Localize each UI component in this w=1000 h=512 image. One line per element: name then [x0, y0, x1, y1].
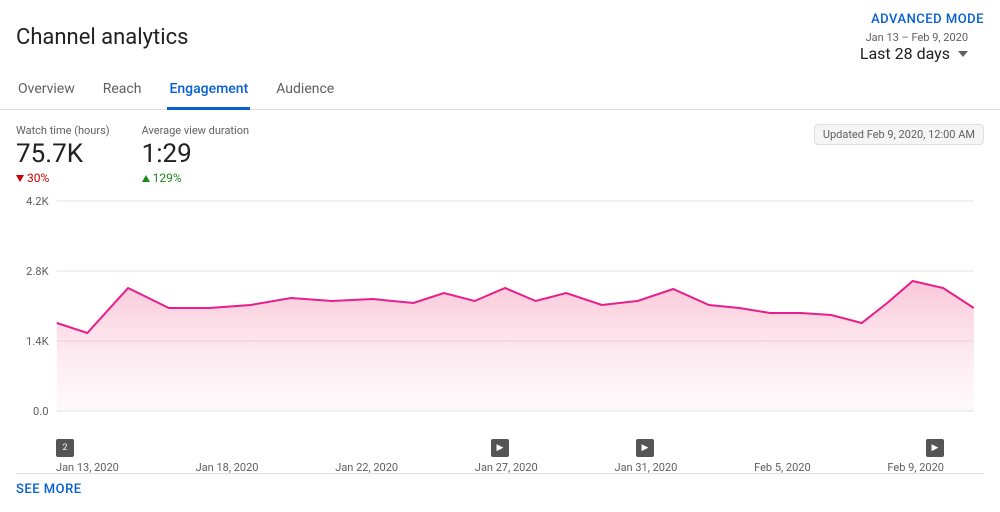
x-label-5: Jan 31, 2020 — [615, 461, 678, 474]
svg-text:2.8K: 2.8K — [26, 265, 49, 278]
avg-duration-value: 1:29 — [142, 139, 249, 169]
tabs-bar: Overview Reach Engagement Audience — [0, 71, 1000, 110]
see-more-link[interactable]: SEE MORE — [16, 482, 82, 497]
video-marker-1[interactable]: 2 — [56, 439, 74, 457]
video-marker-7[interactable]: ▶ — [926, 439, 944, 457]
metric-watch-time: Watch time (hours) 75.7K 30% — [16, 124, 110, 185]
see-more-container: SEE MORE — [0, 474, 1000, 505]
x-label-3: Jan 22, 2020 — [335, 461, 398, 474]
arrow-up-icon — [142, 175, 150, 182]
watch-time-label: Watch time (hours) — [16, 124, 110, 137]
x-label-7: Feb 9, 2020 — [887, 461, 944, 474]
page-title: Channel analytics — [16, 25, 188, 50]
date-range-label: Jan 13 – Feb 9, 2020 — [866, 31, 968, 44]
arrow-down-icon — [16, 175, 24, 182]
chevron-down-icon — [958, 51, 968, 57]
x-label-4: Jan 27, 2020 — [475, 461, 538, 474]
advanced-mode-button[interactable]: ADVANCED MODE — [871, 12, 984, 27]
tab-engagement[interactable]: Engagement — [167, 71, 250, 110]
avg-duration-change: 129% — [142, 171, 249, 185]
date-range-value[interactable]: Last 28 days — [860, 44, 968, 63]
x-axis-labels: Jan 13, 2020 Jan 18, 2020 Jan 22, 2020 J… — [16, 457, 944, 474]
tab-reach[interactable]: Reach — [101, 71, 144, 110]
svg-text:1.4K: 1.4K — [26, 335, 49, 348]
x-label-2: Jan 18, 2020 — [196, 461, 259, 474]
tab-audience[interactable]: Audience — [274, 71, 336, 110]
update-badge: Updated Feb 9, 2020, 12:00 AM — [814, 124, 984, 145]
metrics-row: Watch time (hours) 75.7K 30% Average vie… — [0, 110, 1000, 193]
avg-duration-label: Average view duration — [142, 124, 249, 137]
chart-area: 4.2K 2.8K 1.4K 0.0 2 ▶ ▶ ▶ Ja — [0, 193, 1000, 473]
svg-text:0.0: 0.0 — [33, 405, 49, 418]
video-marker-5[interactable]: ▶ — [636, 439, 654, 457]
video-marker-4[interactable]: ▶ — [491, 439, 509, 457]
metric-avg-duration: Average view duration 1:29 129% — [142, 124, 249, 185]
date-range-container: Jan 13 – Feb 9, 2020 Last 28 days — [860, 27, 984, 63]
x-label-6: Feb 5, 2020 — [754, 461, 811, 474]
chart-svg: 4.2K 2.8K 1.4K 0.0 — [16, 193, 984, 433]
svg-text:4.2K: 4.2K — [26, 195, 49, 208]
top-right-area: ADVANCED MODE Jan 13 – Feb 9, 2020 Last … — [860, 12, 984, 63]
watch-time-change: 30% — [16, 171, 110, 185]
video-markers-row: 2 ▶ ▶ ▶ — [16, 437, 944, 457]
x-label-1: Jan 13, 2020 — [56, 461, 119, 474]
tab-overview[interactable]: Overview — [16, 71, 77, 110]
watch-time-value: 75.7K — [16, 139, 110, 169]
page-header: Channel analytics ADVANCED MODE Jan 13 –… — [0, 0, 1000, 71]
